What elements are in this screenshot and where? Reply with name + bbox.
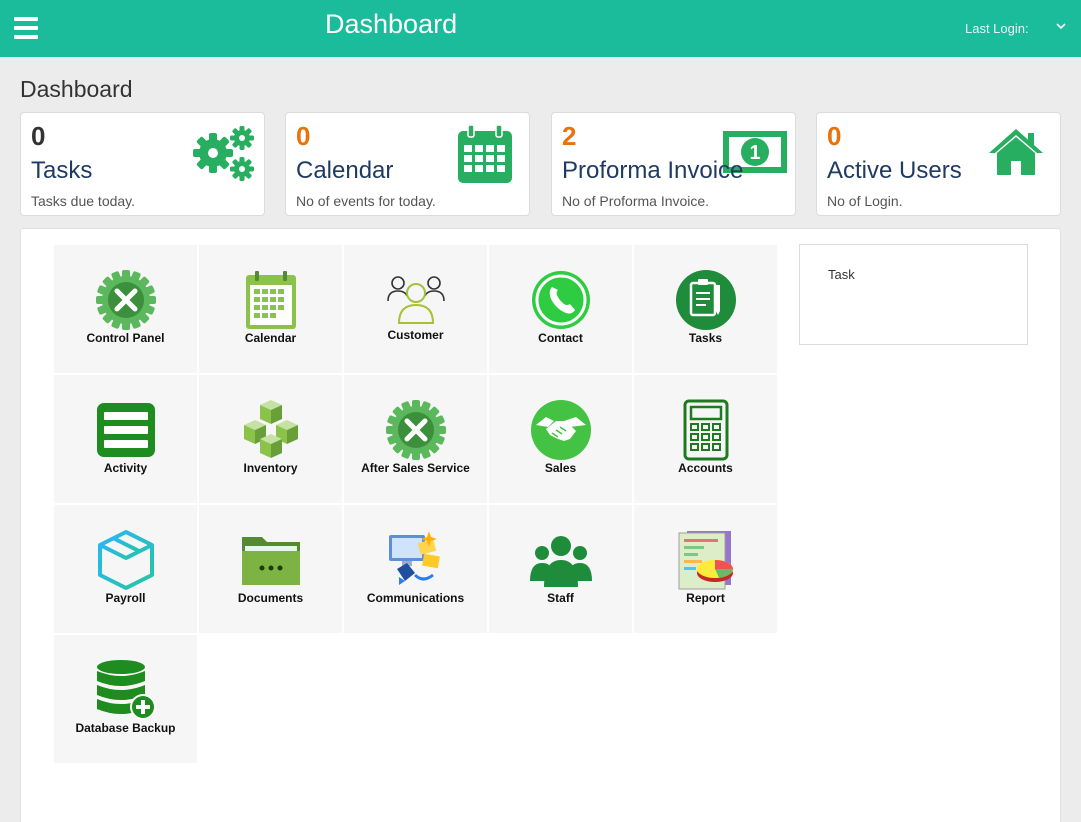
stat-count: 0 bbox=[31, 121, 46, 151]
home-icon bbox=[989, 129, 1043, 175]
module-payroll[interactable]: Payroll bbox=[54, 505, 197, 633]
top-navbar: Dashboard Last Login: bbox=[0, 0, 1081, 57]
service-gear-icon bbox=[386, 400, 446, 460]
stat-card-active-users[interactable]: 0 Active Users No of Login. bbox=[816, 112, 1061, 216]
module-activity[interactable]: Activity bbox=[54, 375, 197, 503]
stat-description: No of events for today. bbox=[296, 193, 436, 209]
stat-description: No of Login. bbox=[827, 193, 903, 209]
svg-text:1: 1 bbox=[749, 142, 760, 164]
last-login-label: Last Login: bbox=[965, 21, 1029, 36]
module-staff[interactable]: Staff bbox=[489, 505, 632, 633]
activity-icon bbox=[97, 403, 155, 457]
module-label: Accounts bbox=[678, 461, 733, 475]
module-label: After Sales Service bbox=[361, 461, 470, 475]
calculator-icon bbox=[683, 399, 729, 461]
clipboard-icon bbox=[676, 270, 736, 330]
module-inventory[interactable]: Inventory bbox=[199, 375, 342, 503]
calendar-icon bbox=[458, 124, 512, 183]
stat-card-tasks[interactable]: 0 Tasks Tasks due today. bbox=[20, 112, 265, 216]
report-icon bbox=[678, 531, 734, 590]
app-title: Dashboard bbox=[325, 9, 458, 39]
module-label: Payroll bbox=[105, 591, 146, 605]
gears-icon bbox=[193, 126, 254, 181]
stat-title: Tasks bbox=[31, 157, 93, 184]
stat-description: Tasks due today. bbox=[31, 193, 136, 209]
customer-icon bbox=[387, 276, 445, 324]
module-documents[interactable]: Documents bbox=[199, 505, 342, 633]
module-label: Staff bbox=[547, 591, 574, 605]
module-label: Control Panel bbox=[86, 331, 165, 345]
chevron-down-icon[interactable] bbox=[1054, 19, 1068, 33]
control-panel-icon bbox=[96, 270, 156, 330]
phone-icon bbox=[532, 271, 590, 329]
stat-description: No of Proforma Invoice. bbox=[562, 193, 710, 209]
staff-icon bbox=[530, 536, 592, 587]
stat-title: Calendar bbox=[296, 157, 394, 184]
boxes-icon bbox=[244, 400, 298, 458]
page-title: Dashboard bbox=[20, 76, 133, 102]
module-label: Calendar bbox=[244, 331, 297, 345]
folder-icon bbox=[242, 537, 300, 585]
module-database-backup[interactable]: Database Backup bbox=[54, 635, 197, 763]
module-accounts[interactable]: Accounts bbox=[634, 375, 777, 503]
module-label: Communications bbox=[366, 591, 465, 605]
module-communications[interactable]: Communications bbox=[344, 505, 487, 633]
module-label: Report bbox=[686, 591, 725, 605]
module-label: Inventory bbox=[243, 461, 298, 475]
stat-title: Active Users bbox=[827, 157, 962, 184]
package-icon bbox=[98, 530, 154, 590]
stat-count: 2 bbox=[562, 121, 577, 151]
stat-card-proforma-invoice[interactable]: 2 1 Proforma Invoice No of Proforma Invo… bbox=[551, 112, 796, 216]
module-label: Documents bbox=[237, 591, 304, 605]
task-panel: Task bbox=[799, 244, 1028, 345]
module-after-sales-service[interactable]: After Sales Service bbox=[344, 375, 487, 503]
module-tasks[interactable]: Tasks bbox=[634, 245, 777, 373]
task-panel-title: Task bbox=[828, 267, 855, 282]
stat-card-calendar[interactable]: 0 Calendar No of events for today. bbox=[285, 112, 530, 216]
module-label: Contact bbox=[538, 331, 583, 345]
module-control-panel[interactable]: Control Panel bbox=[54, 245, 197, 373]
module-calendar[interactable]: Calendar bbox=[199, 245, 342, 373]
module-label: Customer bbox=[387, 328, 444, 342]
menu-icon[interactable] bbox=[14, 17, 38, 39]
database-backup-icon bbox=[97, 660, 156, 720]
stat-count: 0 bbox=[296, 121, 311, 151]
module-contact[interactable]: Contact bbox=[489, 245, 632, 373]
module-report[interactable]: Report bbox=[634, 505, 777, 633]
stat-count: 0 bbox=[827, 121, 842, 151]
module-label: Activity bbox=[103, 461, 148, 475]
module-label: Database Backup bbox=[75, 721, 176, 735]
module-customer[interactable]: Customer bbox=[344, 245, 487, 373]
module-label: Tasks bbox=[688, 331, 723, 345]
communications-icon bbox=[389, 531, 440, 585]
handshake-icon bbox=[531, 400, 591, 460]
module-label: Sales bbox=[544, 461, 577, 475]
stat-title: Proforma Invoice bbox=[562, 157, 744, 184]
module-sales[interactable]: Sales bbox=[489, 375, 632, 503]
calendar-icon bbox=[246, 271, 296, 329]
